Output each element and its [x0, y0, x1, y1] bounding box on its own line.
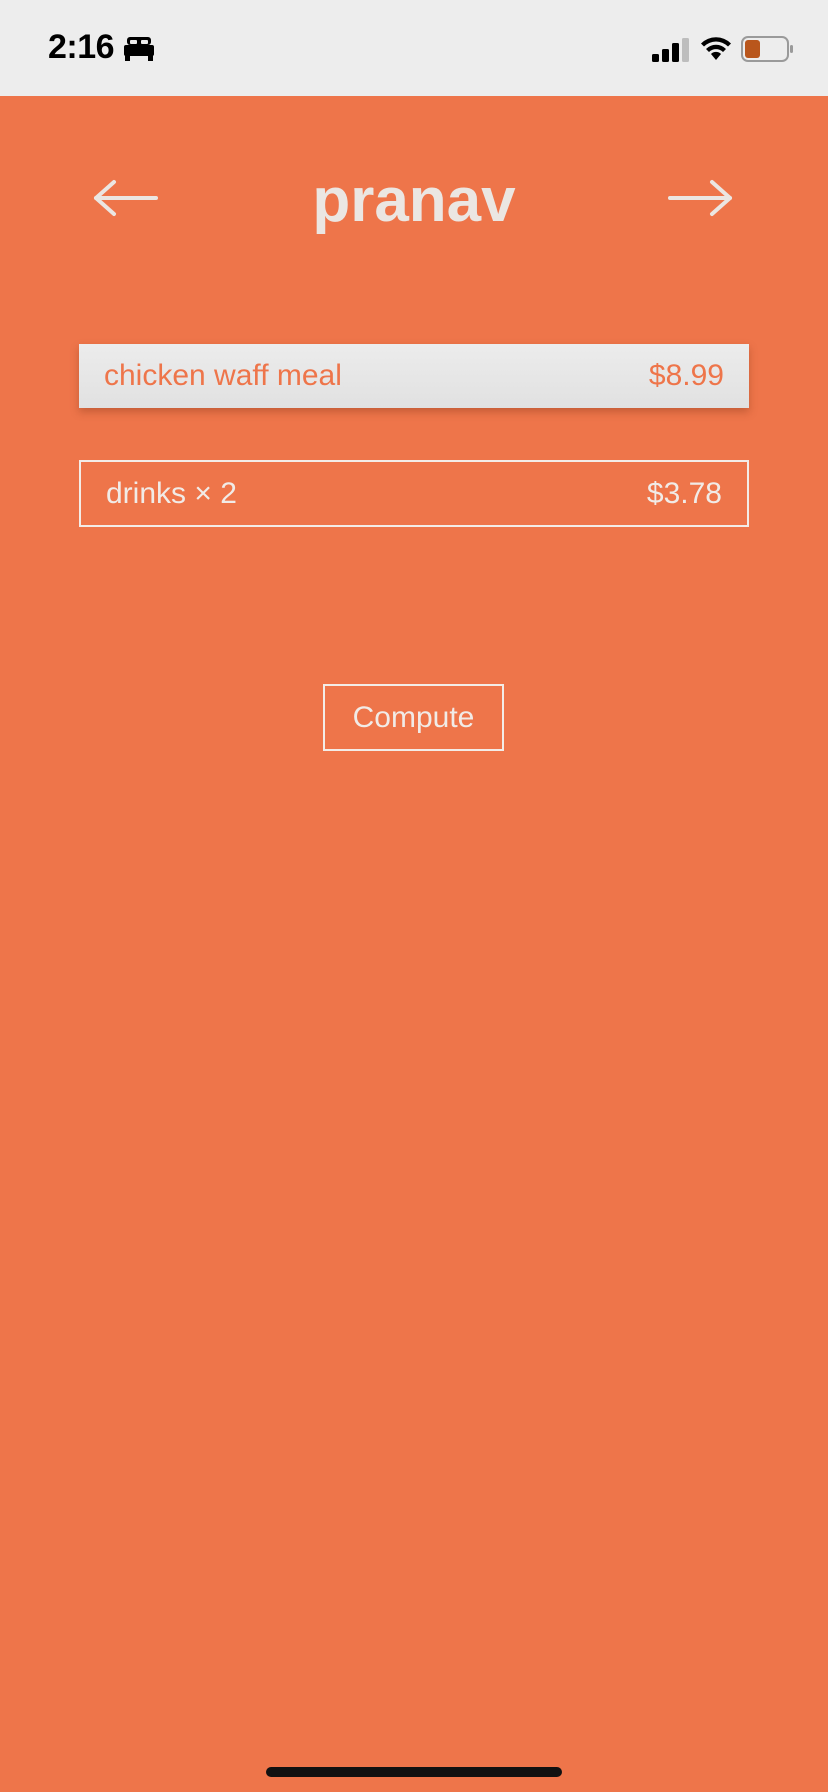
list-item-selected[interactable]: chicken waff meal $8.99	[79, 344, 749, 408]
left-arrow-icon	[94, 180, 158, 216]
list-item[interactable]: drinks × 2 $3.78	[79, 460, 749, 527]
page-title: pranav	[312, 166, 516, 235]
battery-icon	[741, 36, 795, 67]
bed-icon	[123, 36, 155, 67]
item-name: drinks × 2	[106, 476, 237, 510]
item-price: $3.78	[646, 476, 722, 510]
home-indicator[interactable]	[266, 1767, 562, 1777]
status-bar: 2:16	[0, 0, 828, 96]
compute-button[interactable]: Compute	[323, 684, 504, 751]
back-button[interactable]	[92, 170, 160, 226]
item-price: $8.99	[648, 359, 724, 392]
item-name: chicken waff meal	[104, 359, 342, 392]
forward-button[interactable]	[666, 170, 734, 226]
status-time: 2:16	[48, 28, 115, 66]
wifi-icon	[699, 35, 733, 66]
right-arrow-icon	[668, 180, 732, 216]
app-content: pranav chicken waff meal $8.99 drinks × …	[0, 96, 828, 1792]
cellular-signal-icon	[652, 38, 690, 67]
